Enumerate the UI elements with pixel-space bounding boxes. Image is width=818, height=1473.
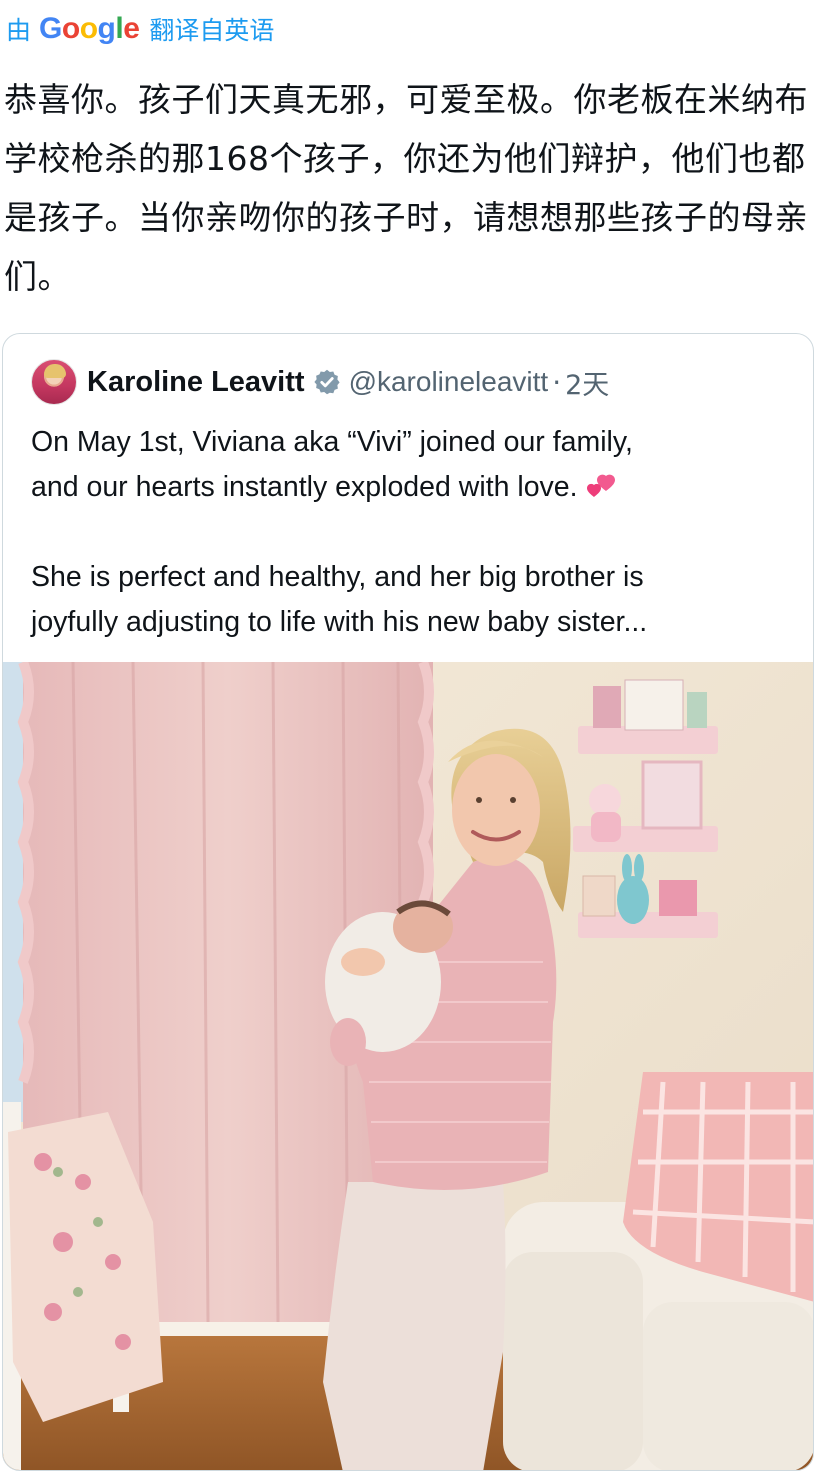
- translate-by-label: 由: [6, 16, 32, 45]
- separator-dot: ·: [552, 365, 562, 399]
- arm: [330, 1018, 366, 1066]
- quoted-post-header: Karoline Leavitt @karolineleavitt · 2天: [31, 358, 609, 406]
- verified-badge-icon: [313, 369, 340, 395]
- face: [452, 754, 540, 866]
- quote-line: and our hearts instantly exploded with l…: [31, 471, 578, 503]
- quote-line: joyfully adjusting to life with his new …: [31, 606, 648, 638]
- wall-shelves: [573, 679, 718, 938]
- profile-avatar[interactable]: [31, 359, 77, 405]
- hand: [341, 948, 385, 976]
- quoted-post-text: On May 1st, Viviana aka “Vivi” joined ou…: [31, 420, 801, 645]
- quote-line: On May 1st, Viviana aka “Vivi” joined ou…: [31, 426, 633, 458]
- quote-line: She is perfect and healthy, and her big …: [31, 561, 644, 593]
- post-timestamp[interactable]: 2天: [565, 363, 609, 402]
- google-logo: Google: [39, 12, 140, 45]
- quote-line-with-emoji: and our hearts instantly exploded with l…: [31, 465, 801, 510]
- author-display-name[interactable]: Karoline Leavitt: [87, 366, 305, 399]
- pants: [323, 1182, 506, 1470]
- nursery-photo-illustration: [3, 662, 813, 1470]
- translated-from-bar[interactable]: 由 Google 翻译自英语: [6, 12, 274, 46]
- quoted-post-card[interactable]: Karoline Leavitt @karolineleavitt · 2天 O…: [2, 333, 814, 1471]
- post-translated-text: 恭喜你。孩子们天真无邪，可爱至极。你老板在米纳布学校枪杀的那168个孩子，你还为…: [4, 80, 808, 296]
- author-handle[interactable]: @karolineleavitt: [349, 366, 549, 398]
- two-hearts-emoji-icon: [586, 474, 615, 497]
- post-photo[interactable]: [3, 662, 813, 1470]
- translated-from-label: 翻译自英语: [149, 16, 275, 45]
